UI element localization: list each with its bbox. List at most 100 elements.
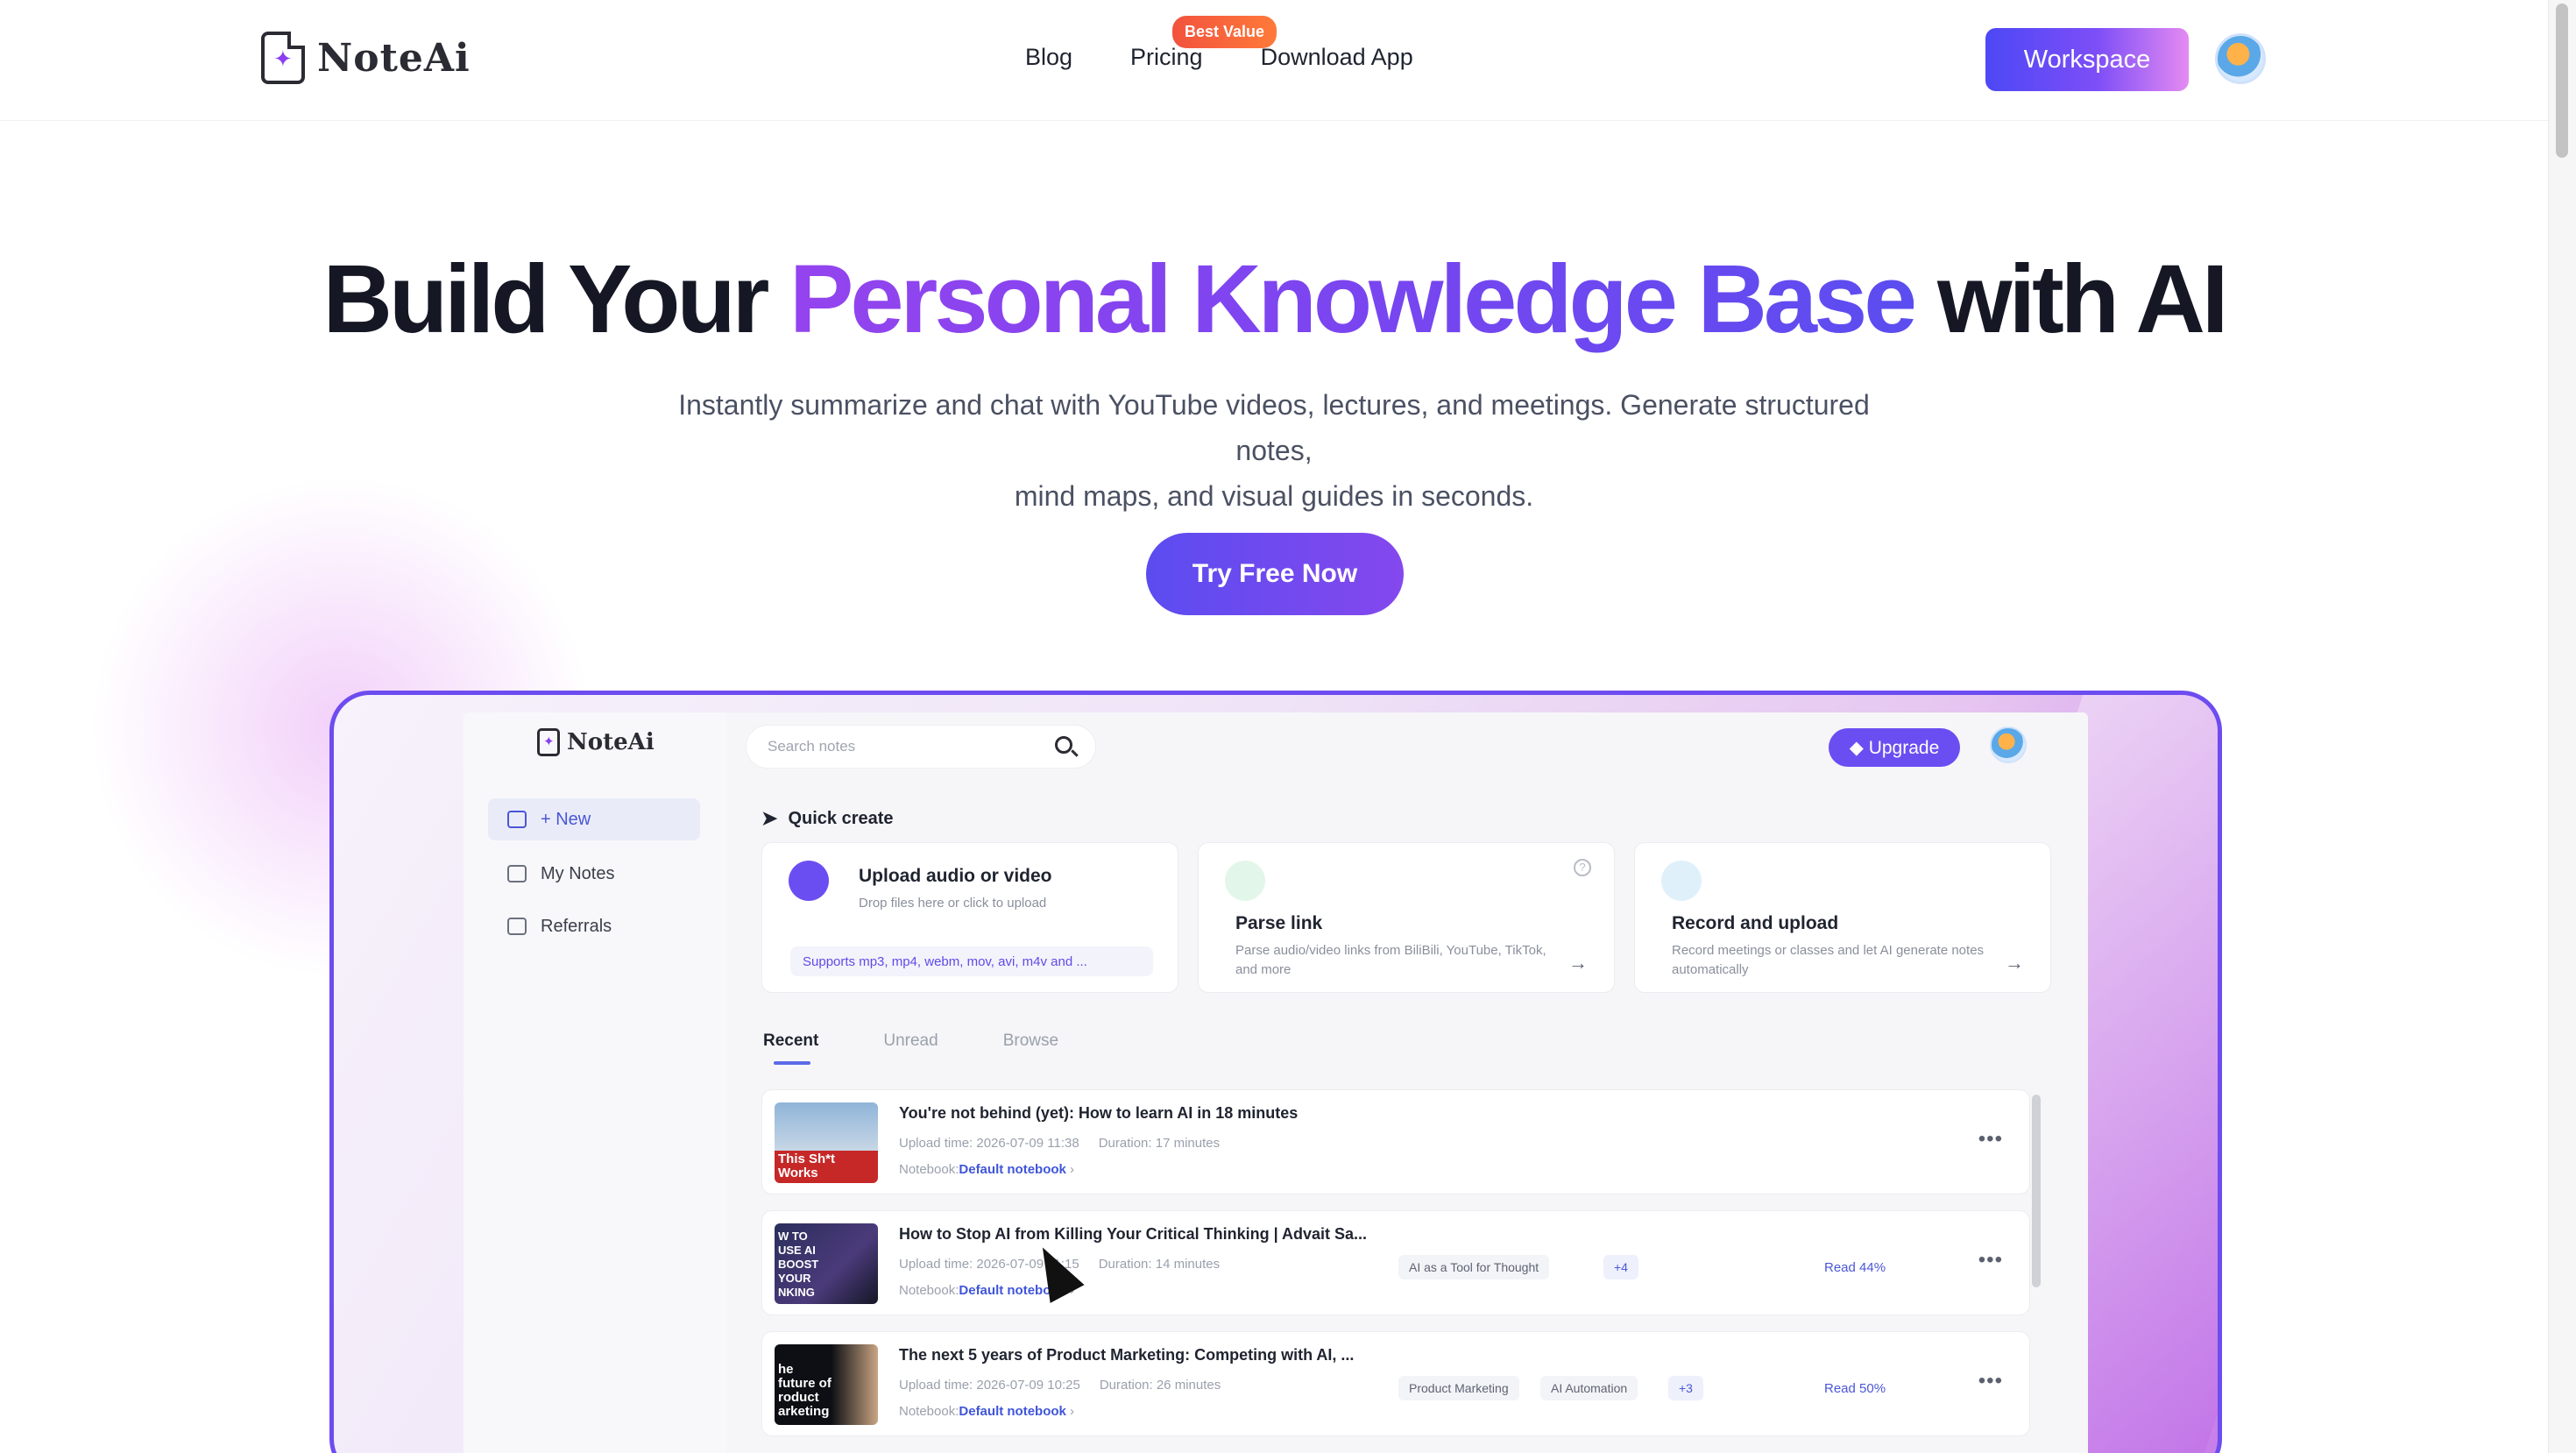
app-sidebar: ✦ NoteAi + New My Notes Referrals [464,712,726,1453]
thumbnail-caption: This Sh*t Works [778,1152,836,1180]
note-doc-icon: ✦ [537,728,560,756]
brand-logo[interactable]: ✦ NoteAi [261,32,471,84]
note-row[interactable]: This Sh*t Works You're not behind (yet):… [761,1089,2030,1194]
note-meta: Upload time: 2026-07-09 10:25 Duration: … [899,1378,1221,1393]
nav-link-blog[interactable]: Blog [1025,44,1072,71]
more-tags-badge[interactable]: +3 [1668,1376,1703,1400]
chip-text: Supports mp3, mp4, webm, mov, avi, m4v a… [803,953,1087,969]
folder-icon [507,865,527,882]
note-thumbnail: W TO USE AI BOOST YOUR NKING [775,1223,878,1304]
hero-subtitle-line-1: Instantly summarize and chat with YouTub… [678,389,1870,466]
nav-link-download-app[interactable]: Download App [1261,44,1413,71]
more-options-icon[interactable]: ••• [1978,1127,2003,1152]
sidebar-item-referrals[interactable]: Referrals [488,905,700,947]
read-progress: Read 44% [1824,1260,1886,1275]
link-icon [1225,861,1265,901]
note-meta: Upload time: 2026-07-09 11:38 Duration: … [899,1136,1220,1151]
notes-tabs: Recent Unread Browse [763,1031,1058,1065]
search-placeholder: Search notes [768,738,856,755]
upgrade-label: Upgrade [1868,737,1940,758]
thumbnail-caption: W TO USE AI BOOST YOUR NKING [778,1230,819,1299]
notebook-link[interactable]: Default notebook [959,1162,1066,1177]
app-preview: ✦ NoteAi + New My Notes Referrals Search… [464,712,2088,1453]
app-main: Search notes ◆ Upgrade ➤ Quick create Up… [726,712,2088,1453]
sidebar-item-label: Referrals [541,916,612,936]
notebook-label: Notebook: [899,1404,959,1419]
supported-formats-chip: Supports mp3, mp4, webm, mov, avi, m4v a… [790,946,1153,976]
user-avatar[interactable] [2215,33,2266,84]
search-icon[interactable] [1055,736,1072,754]
card-desc: Parse audio/video links from BiliBili, Y… [1235,943,1546,977]
sidebar-item-new[interactable]: + New [488,798,700,840]
help-icon[interactable]: ? [1574,859,1591,876]
app-preview-frame: ✦ NoteAi + New My Notes Referrals Search… [329,691,2222,1453]
hero-title-highlight: Personal Knowledge Base [789,245,1917,353]
sidebar-item-label: My Notes [541,863,615,883]
scrollbar-thumb[interactable] [2556,4,2568,158]
upload-time: Upload time: 2026-07-09 10:25 [899,1378,1080,1393]
card-title: Record and upload [1672,913,1839,933]
arrow-right-icon: → [2005,952,2024,974]
note-tag[interactable]: AI as a Tool for Thought [1398,1255,1550,1279]
hero-subtitle-line-2: mind maps, and visual guides in seconds. [1014,480,1534,512]
app-logo[interactable]: ✦ NoteAi [537,728,655,756]
try-free-button[interactable]: Try Free Now [1146,533,1404,615]
duration: Duration: 26 minutes [1099,1378,1221,1393]
note-row[interactable]: W TO USE AI BOOST YOUR NKING How to Stop… [761,1210,2030,1315]
best-value-badge: Best Value [1172,16,1277,48]
tab-recent[interactable]: Recent [763,1031,818,1065]
upload-icon [789,861,829,901]
top-navbar: ✦ NoteAi Blog Pricing Download App Best … [0,0,2548,121]
note-title[interactable]: You're not behind (yet): How to learn AI… [899,1104,1298,1123]
notebook-link[interactable]: Default notebook [959,1404,1066,1419]
parse-link-card[interactable]: ? Parse link Parse audio/video links fro… [1198,842,1615,993]
duration: Duration: 17 minutes [1098,1136,1221,1151]
quick-create-heading: ➤ Quick create [761,807,894,830]
record-card[interactable]: Record and upload Record meetings or cla… [1634,842,2051,993]
upgrade-button[interactable]: ◆ Upgrade [1829,728,1960,767]
upload-card[interactable]: Upload audio or video Drop files here or… [761,842,1178,993]
card-desc: Record meetings or classes and let AI ge… [1672,943,1985,977]
note-doc-icon: ✦ [261,32,305,84]
new-note-icon [507,811,527,828]
note-thumbnail: he future of roduct arketing [775,1344,878,1425]
notebook-label: Notebook: [899,1162,959,1177]
note-tag[interactable]: Product Marketing [1398,1376,1519,1400]
app-logo-text: NoteAi [567,729,655,755]
card-desc: Drop files here or click to upload [859,896,1047,911]
notebook-label: Notebook: [899,1283,959,1298]
read-progress: Read 50% [1824,1381,1886,1396]
note-thumbnail: This Sh*t Works [775,1102,878,1183]
hero-title: Build Your Personal Knowledge Base with … [0,244,2548,355]
tab-unread[interactable]: Unread [883,1031,938,1051]
page-scrollbar[interactable] [2548,0,2576,1453]
video-camera-icon [1661,861,1702,901]
note-tag[interactable]: AI Automation [1540,1376,1638,1400]
note-title[interactable]: How to Stop AI from Killing Your Critica… [899,1225,1367,1244]
thumbnail-caption: he future of roduct arketing [778,1362,832,1419]
upload-time: Upload time: 2026-07-09 11:38 [899,1136,1079,1151]
more-tags-badge[interactable]: +4 [1603,1255,1638,1279]
quick-create-label: Quick create [788,808,894,828]
note-row[interactable]: he future of roduct arketing The next 5 … [761,1331,2030,1436]
brand-name: NoteAi [317,35,471,81]
more-options-icon[interactable]: ••• [1978,1369,2003,1393]
notebook-info: Notebook:Default notebook › [899,1404,1075,1419]
notebook-info: Notebook:Default notebook › [899,1162,1075,1177]
sidebar-item-label: + New [541,809,591,829]
arrow-right-icon: → [1568,952,1588,974]
hero-subtitle: Instantly summarize and chat with YouTub… [648,382,1900,519]
tab-browse[interactable]: Browse [1003,1031,1058,1051]
hero-title-post: with AI [1914,245,2228,353]
card-title: Upload audio or video [859,866,1052,886]
more-options-icon[interactable]: ••• [1978,1248,2003,1272]
card-title: Parse link [1235,913,1323,933]
send-icon: ➤ [761,807,778,829]
hero-title-pre: Build Your [322,245,790,353]
app-user-avatar[interactable] [1990,726,2027,763]
note-title[interactable]: The next 5 years of Product Marketing: C… [899,1346,1354,1364]
search-input[interactable]: Search notes [746,725,1096,769]
sidebar-item-my-notes[interactable]: My Notes [488,853,700,895]
notes-scrollbar[interactable] [2032,1095,2041,1287]
workspace-button[interactable]: Workspace [1985,28,2189,91]
